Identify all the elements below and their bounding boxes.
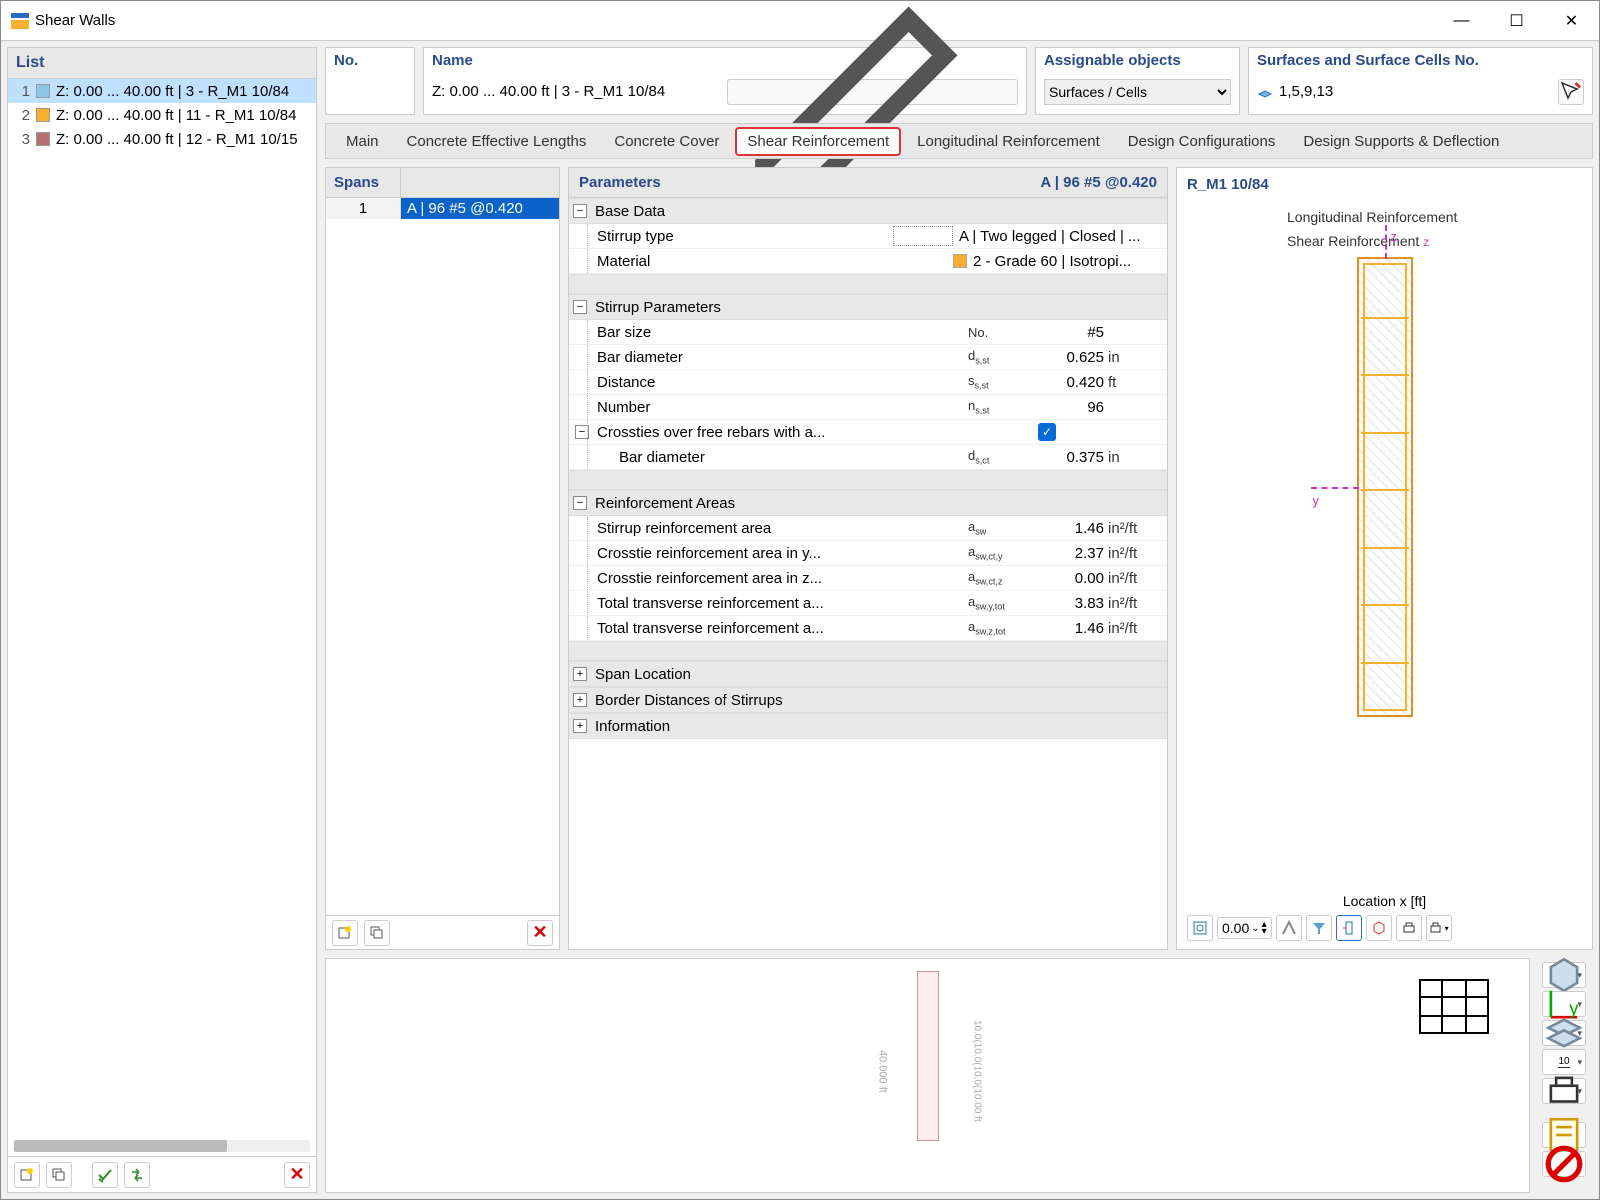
list-header: List [8, 48, 316, 79]
collapse-icon[interactable]: − [573, 300, 587, 314]
list-item[interactable]: 1Z: 0.00 ... 40.00 ft | 3 - R_M1 10/84 [8, 79, 316, 103]
material-label: Material [597, 253, 893, 270]
tab-main[interactable]: Main [334, 127, 391, 156]
collapse-icon[interactable]: − [575, 425, 589, 439]
spans-header: Spans [326, 168, 401, 197]
window-title: Shear Walls [35, 12, 115, 29]
span-copy-icon[interactable] [364, 920, 390, 946]
elevation-panel: 40.000 ft 10.0(10.0(10.0(10.00 ft [325, 958, 1530, 1193]
print-icon[interactable] [1396, 915, 1422, 941]
surfaces-box: Surfaces and Surface Cells No. 1,5,9,13 [1248, 47, 1593, 115]
no-field-box: No. [325, 47, 415, 115]
preview-title: R_M1 10/84 [1187, 176, 1582, 193]
surfaces-value[interactable]: 1,5,9,13 [1279, 83, 1552, 100]
crossties-checkbox[interactable]: ✓ [1038, 423, 1056, 441]
view-layers-icon[interactable]: ▾ [1542, 1020, 1586, 1046]
expand-icon[interactable]: + [573, 667, 587, 681]
name-field-box: Name Z: 0.00 ... 40.00 ft | 3 - R_M1 10/… [423, 47, 1027, 115]
list-scrollbar[interactable] [14, 1140, 310, 1152]
collapse-icon[interactable]: − [573, 496, 587, 510]
group-span-location: Span Location [595, 666, 691, 683]
list-item[interactable]: 3Z: 0.00 ... 40.00 ft | 12 - R_M1 10/15 [8, 127, 316, 151]
preview-panel: R_M1 10/84 Longitudinal Reinforcement Sh… [1176, 167, 1593, 950]
expand-icon[interactable]: + [573, 719, 587, 733]
material-color-swatch [953, 254, 967, 268]
span-delete-icon[interactable]: ✕ [527, 920, 553, 946]
tab-shear-reinforcement[interactable]: Shear Reinforcement [735, 127, 901, 156]
assignable-label: Assignable objects [1036, 48, 1239, 73]
tab-concrete-cover[interactable]: Concrete Cover [602, 127, 731, 156]
app-icon [11, 13, 29, 29]
legend-shear: Shear Reinforcement z [1287, 233, 1582, 249]
elev-dim: 40.000 ft [875, 971, 889, 1171]
stirrup-type-edit[interactable] [893, 226, 953, 246]
check-icon[interactable] [92, 1162, 118, 1188]
swap-icon[interactable] [124, 1162, 150, 1188]
tab-bar: MainConcrete Effective LengthsConcrete C… [325, 123, 1593, 159]
collapse-icon[interactable]: − [573, 204, 587, 218]
view-cancel-icon[interactable] [1542, 1151, 1586, 1177]
minimize-button[interactable]: — [1434, 2, 1489, 40]
parameters-header-right: A | 96 #5 @0.420 [1040, 174, 1157, 191]
close-button[interactable]: ✕ [1544, 2, 1599, 40]
edit-name-icon[interactable] [727, 79, 1018, 105]
group-information: Information [595, 718, 670, 735]
no-label: No. [326, 48, 414, 73]
group-base-data: Base Data [595, 203, 665, 220]
legend-long: Longitudinal Reinforcement [1287, 209, 1582, 225]
location-label: Location x [ft] [1187, 893, 1582, 909]
group-reinf-areas: Reinforcement Areas [595, 495, 735, 512]
surface-icon [1257, 84, 1273, 100]
maximize-button[interactable]: ☐ [1489, 2, 1544, 40]
assignable-box: Assignable objects Surfaces / Cells [1035, 47, 1240, 115]
view-print-icon[interactable]: ▾ [1542, 1078, 1586, 1104]
elev-ticks: 10.0(10.0(10.0(10.00 ft [967, 971, 983, 1171]
parameters-header: Parameters [579, 174, 661, 191]
span-row[interactable]: 1A | 96 #5 @0.420 [326, 198, 559, 219]
zoom-fit-icon[interactable] [1187, 915, 1213, 941]
group-border-dist: Border Distances of Stirrups [595, 692, 783, 709]
print-dropdown-icon[interactable]: ▾ [1426, 915, 1452, 941]
tab-concrete-effective-lengths[interactable]: Concrete Effective Lengths [395, 127, 599, 156]
tool-icon-1[interactable] [1276, 915, 1302, 941]
elevation-diagram [917, 971, 939, 1141]
section-view-icon[interactable] [1336, 915, 1362, 941]
parameters-panel: Parameters A | 96 #5 @0.420 −Base Data S… [568, 167, 1168, 950]
pick-surfaces-icon[interactable] [1558, 79, 1584, 105]
tab-design-supports-deflection[interactable]: Design Supports & Deflection [1291, 127, 1511, 156]
surfaces-label: Surfaces and Surface Cells No. [1249, 48, 1592, 73]
copy-icon[interactable] [46, 1162, 72, 1188]
location-spinner[interactable]: 0.00 ⌄ ▴▾ [1217, 917, 1272, 939]
stirrup-type-label: Stirrup type [597, 228, 893, 245]
section-diagram: z y [1357, 257, 1413, 717]
delete-icon[interactable]: ✕ [284, 1162, 310, 1188]
3d-icon[interactable] [1366, 915, 1392, 941]
grid-key-icon [1419, 979, 1489, 1034]
span-new-icon[interactable] [332, 920, 358, 946]
stirrup-type-value: A | Two legged | Closed | ... [953, 228, 1163, 245]
tab-longitudinal-reinforcement[interactable]: Longitudinal Reinforcement [905, 127, 1112, 156]
assignable-dropdown[interactable]: Surfaces / Cells [1044, 79, 1231, 105]
material-value: 2 - Grade 60 | Isotropi... [973, 253, 1163, 270]
name-value: Z: 0.00 ... 40.00 ft | 3 - R_M1 10/84 [432, 83, 721, 100]
expand-icon[interactable]: + [573, 693, 587, 707]
spans-panel: Spans 1A | 96 #5 @0.420 ✕ [325, 167, 560, 950]
tab-design-configurations[interactable]: Design Configurations [1116, 127, 1288, 156]
group-stirrup-params: Stirrup Parameters [595, 299, 721, 316]
filter-icon[interactable] [1306, 915, 1332, 941]
list-item[interactable]: 2Z: 0.00 ... 40.00 ft | 11 - R_M1 10/84 [8, 103, 316, 127]
new-icon[interactable] [14, 1162, 40, 1188]
list-panel: List 1Z: 0.00 ... 40.00 ft | 3 - R_M1 10… [7, 47, 317, 1193]
